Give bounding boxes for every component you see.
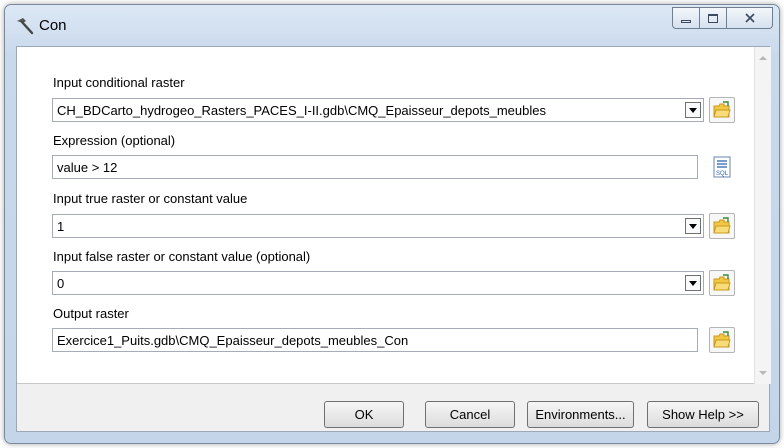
- scroll-down-icon[interactable]: [759, 371, 767, 375]
- input-false-combo[interactable]: 0: [52, 271, 704, 295]
- sql-icon: SQL: [713, 156, 731, 178]
- output-raster-value: Exercice1_Puits.gdb\CMQ_Epaisseur_depots…: [57, 332, 409, 348]
- input-false-label: Input false raster or constant value (op…: [53, 249, 311, 264]
- parameters-panel: Input conditional raster CH_BDCarto_hydr…: [17, 47, 771, 384]
- show-help-button[interactable]: Show Help >>: [647, 401, 759, 428]
- browse-conditional-raster-button[interactable]: [709, 97, 735, 123]
- input-true-value: 1: [57, 218, 65, 234]
- browse-output-raster-button[interactable]: [709, 327, 735, 353]
- scroll-up-icon[interactable]: [759, 56, 767, 60]
- close-icon: [744, 13, 755, 23]
- output-raster-label: Output raster: [53, 306, 129, 321]
- input-conditional-raster-label: Input conditional raster: [53, 75, 185, 90]
- cancel-button[interactable]: Cancel: [425, 401, 515, 428]
- expression-value: value > 12: [57, 159, 118, 175]
- title-bar[interactable]: Con: [5, 5, 779, 45]
- sql-icon-text: SQL: [716, 171, 729, 177]
- input-true-label: Input true raster or constant value: [53, 191, 248, 206]
- open-folder-icon: [713, 217, 731, 234]
- input-conditional-raster-value: CH_BDCarto_hydrogeo_Rasters_PACES_I-II.g…: [57, 102, 546, 118]
- browse-false-raster-button[interactable]: [709, 270, 735, 296]
- open-folder-icon: [713, 331, 731, 348]
- output-raster-input[interactable]: Exercice1_Puits.gdb\CMQ_Epaisseur_depots…: [52, 328, 698, 352]
- minimize-icon: [681, 19, 691, 23]
- expression-label: Expression (optional): [53, 133, 176, 148]
- input-false-value: 0: [57, 275, 65, 291]
- browse-true-raster-button[interactable]: [709, 213, 735, 239]
- dialog-client-area: Input conditional raster CH_BDCarto_hydr…: [16, 46, 771, 432]
- chevron-down-icon[interactable]: [685, 218, 701, 234]
- minimize-button[interactable]: [672, 7, 700, 29]
- chevron-down-icon[interactable]: [685, 275, 701, 291]
- maximize-button[interactable]: [700, 7, 727, 29]
- window-title: Con: [39, 17, 67, 34]
- input-true-combo[interactable]: 1: [52, 214, 704, 238]
- input-conditional-raster-combo[interactable]: CH_BDCarto_hydrogeo_Rasters_PACES_I-II.g…: [52, 98, 704, 122]
- con-tool-dialog: Con Input conditional raster CH_BDCarto_…: [4, 4, 780, 444]
- environments-button[interactable]: Environments...: [527, 401, 634, 428]
- sql-builder-button[interactable]: SQL: [709, 154, 735, 180]
- close-button[interactable]: [727, 7, 773, 29]
- maximize-icon: [708, 13, 718, 23]
- expression-input[interactable]: value > 12: [52, 155, 698, 179]
- hammer-icon: [17, 18, 34, 35]
- open-folder-icon: [713, 101, 731, 118]
- chevron-down-icon[interactable]: [685, 102, 701, 118]
- ok-button[interactable]: OK: [324, 401, 404, 428]
- vertical-scrollbar[interactable]: [754, 47, 771, 384]
- caption-buttons: [672, 7, 773, 29]
- open-folder-icon: [713, 274, 731, 291]
